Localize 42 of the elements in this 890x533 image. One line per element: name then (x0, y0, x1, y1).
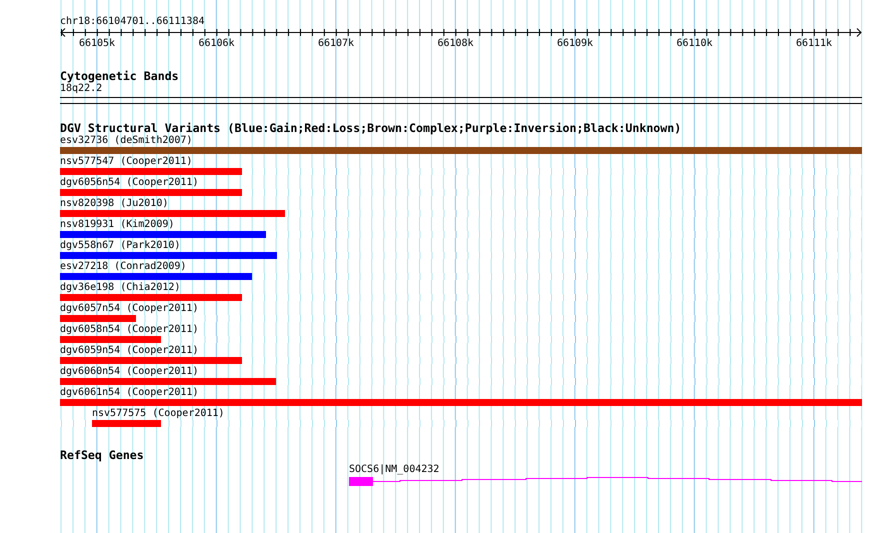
variant-bar[interactable] (60, 336, 162, 343)
variant-bar[interactable] (60, 357, 242, 364)
location-label: chr18:66104701..66111384 (60, 16, 206, 28)
band-label: 18q22.2 (60, 83, 104, 94)
tick-label: 66105k (78, 38, 116, 50)
variant-label: nsv577575 (Cooper2011) (91, 408, 226, 419)
tick-label: 66109k (556, 38, 594, 50)
variant-label: dgv558n67 (Park2010) (60, 240, 182, 251)
variant-label: dgv6056n54 (Cooper2011) (60, 177, 200, 188)
variant-bar[interactable] (60, 378, 276, 385)
variant-bar[interactable] (92, 420, 161, 427)
variant-bar[interactable] (60, 252, 278, 259)
variant-bar[interactable] (60, 273, 252, 280)
variant-label: dgv36e198 (Chia2012) (60, 282, 182, 293)
variant-label: dgv6057n54 (Cooper2011) (60, 303, 200, 314)
tick-label: 66111k (796, 38, 832, 50)
tick-label: 66110k (676, 38, 713, 50)
variant-bar[interactable] (60, 294, 242, 301)
variant-label: dgv6059n54 (Cooper2011) (60, 345, 200, 356)
gene-drawing[interactable] (349, 477, 862, 486)
gene-label: SOCS6|NM_004232 (349, 464, 440, 475)
variant-label: dgv6058n54 (Cooper2011) (60, 324, 200, 335)
variant-bar[interactable] (60, 189, 242, 196)
variant-label: esv27218 (Conrad2009) (60, 261, 188, 272)
variant-label: nsv819931 (Kim2009) (60, 219, 176, 230)
tick-label: 66107k (318, 38, 354, 50)
variant-label: esv32736 (deSmith2007) (60, 135, 194, 146)
tick-label: 66106k (198, 38, 235, 50)
track-title: RefSeq Genes (60, 449, 145, 462)
variant-label: dgv6060n54 (Cooper2011) (60, 366, 200, 377)
variant-bar[interactable] (60, 147, 862, 154)
tick-label: 66108k (437, 38, 474, 50)
variant-bar[interactable] (60, 315, 136, 322)
variant-label: dgv6061n54 (Cooper2011) (60, 387, 200, 398)
track-title: DGV Structural Variants (Blue:Gain;Red:Loss;Brown:Complex;Purple:Inversion;Black:Unknown) (60, 122, 682, 135)
variant-bar[interactable] (60, 210, 286, 217)
variant-label: nsv820398 (Ju2010) (60, 198, 170, 209)
track-title: Cytogenetic Bands (60, 70, 180, 83)
variant-bar[interactable] (60, 231, 266, 238)
variant-bar[interactable] (60, 399, 862, 406)
variant-label: nsv577547 (Cooper2011) (60, 156, 194, 167)
variant-bar[interactable] (60, 168, 242, 175)
